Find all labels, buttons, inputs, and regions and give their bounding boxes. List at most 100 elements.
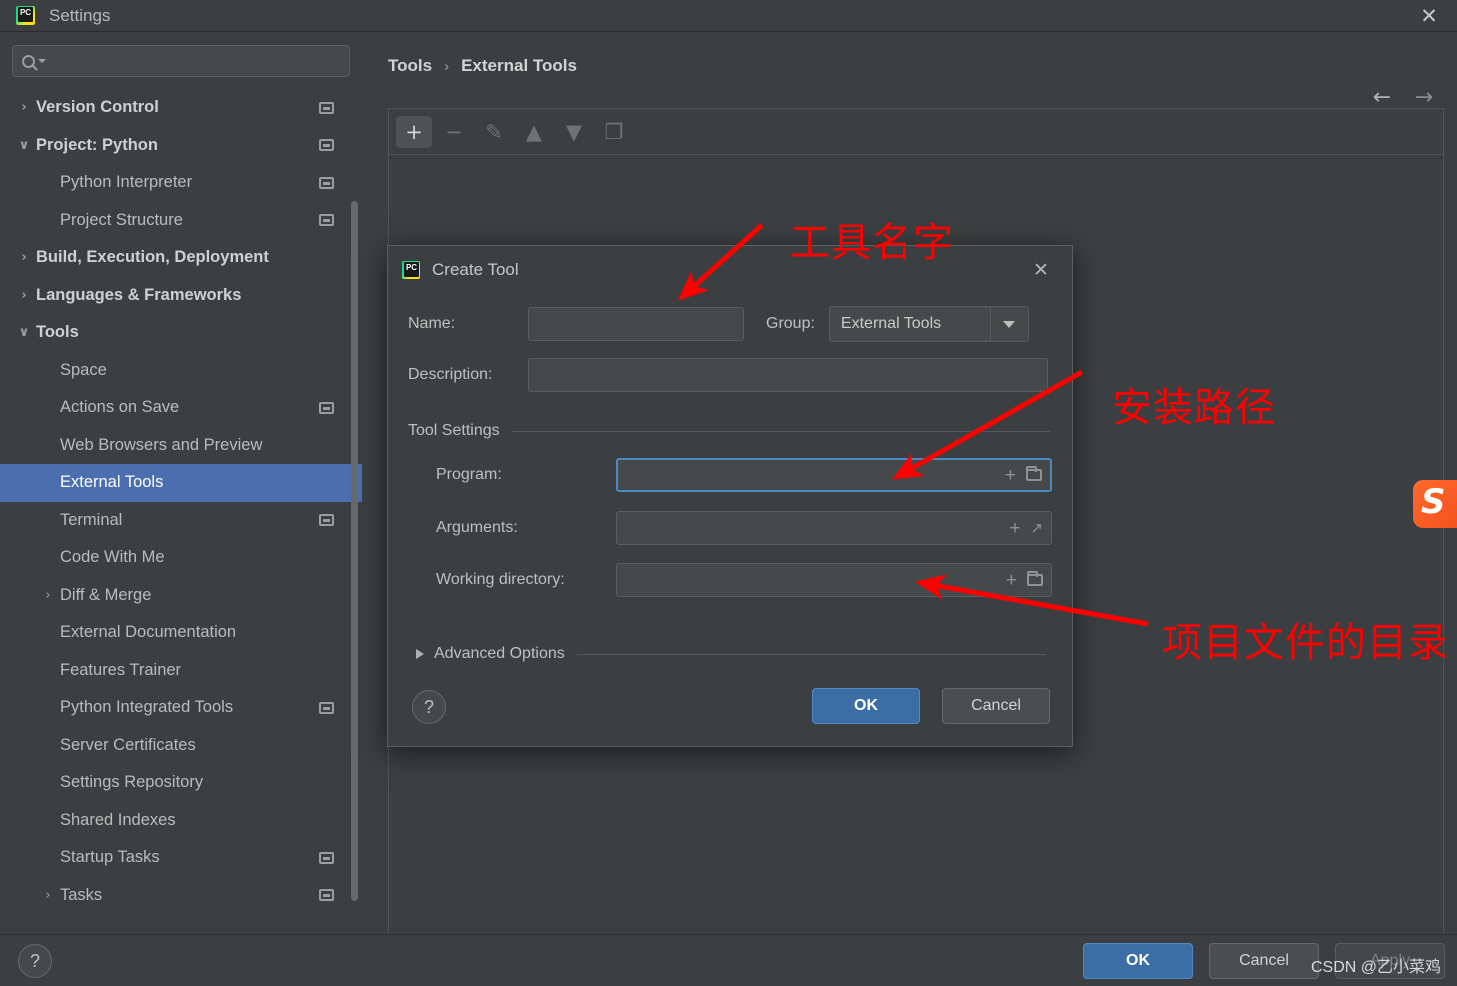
project-scope-icon	[319, 102, 334, 114]
dialog-cancel-button[interactable]: Cancel	[942, 688, 1050, 724]
sidebar-item-python-interpreter[interactable]: ›Python Interpreter	[0, 164, 362, 202]
sidebar-item-project-python[interactable]: ∨Project: Python	[0, 127, 362, 165]
copy-tool-button[interactable]: ❐	[596, 116, 632, 148]
group-select[interactable]: External Tools	[829, 306, 1029, 342]
working-directory-row: Working directory: +	[436, 563, 1052, 597]
sidebar-item-project-structure[interactable]: ›Project Structure	[0, 202, 362, 240]
pycharm-logo-icon	[16, 6, 35, 25]
create-tool-dialog: Create Tool ✕ Name: Group: External Tool…	[387, 245, 1073, 747]
settings-sidebar: ›Version Control∨Project: Python›Python …	[0, 33, 362, 934]
ok-button[interactable]: OK	[1083, 943, 1193, 979]
breadcrumb: Tools › External Tools	[388, 56, 577, 76]
dialog-titlebar: Create Tool ✕	[388, 246, 1072, 294]
program-field-icons: +	[1005, 460, 1042, 490]
divider	[512, 431, 1050, 432]
sidebar-item-version-control[interactable]: ›Version Control	[0, 89, 362, 127]
search-input[interactable]	[52, 53, 340, 69]
chevron-right-icon[interactable]: ›	[38, 588, 58, 603]
remove-tool-button[interactable]: −	[436, 116, 472, 148]
sidebar-item-label: Tools	[36, 323, 79, 342]
sidebar-item-settings-repository[interactable]: ›Settings Repository	[0, 764, 362, 802]
move-down-button[interactable]: ▼	[556, 116, 592, 148]
project-scope-icon	[319, 402, 334, 414]
external-tools-toolbar: +−✎▲▼❐	[389, 109, 1443, 155]
sidebar-item-label: Web Browsers and Preview	[60, 436, 262, 455]
project-scope-icon	[319, 139, 334, 151]
chevron-right-icon[interactable]: ›	[14, 288, 34, 303]
working-directory-field-icons: +	[1006, 564, 1043, 596]
search-box[interactable]	[12, 45, 350, 77]
apply-button[interactable]: Apply	[1335, 943, 1445, 979]
sidebar-item-shared-indexes[interactable]: ›Shared Indexes	[0, 802, 362, 840]
program-row: Program: +	[436, 458, 1052, 492]
sidebar-item-build-execution-deployment[interactable]: ›Build, Execution, Deployment	[0, 239, 362, 277]
move-up-button[interactable]: ▲	[516, 116, 552, 148]
chevron-right-icon[interactable]: ›	[14, 250, 34, 265]
window-titlebar: Settings ✕	[0, 0, 1457, 32]
search-container	[0, 33, 362, 85]
sogou-logo-icon	[1413, 480, 1457, 528]
divider	[577, 654, 1046, 655]
settings-footer: ? OK Cancel Apply CSDN @乙小菜鸡	[0, 934, 1457, 986]
sidebar-item-label: Build, Execution, Deployment	[36, 248, 269, 267]
help-button[interactable]: ?	[18, 944, 52, 978]
dialog-title: Create Tool	[432, 260, 519, 280]
chevron-down-icon[interactable]: ∨	[14, 325, 34, 340]
folder-icon[interactable]	[1027, 574, 1043, 586]
arguments-row: Arguments: + ↗	[436, 511, 1052, 545]
insert-macro-icon[interactable]: +	[1006, 571, 1017, 590]
dialog-ok-button[interactable]: OK	[812, 688, 920, 724]
sidebar-item-startup-tasks[interactable]: ›Startup Tasks	[0, 839, 362, 877]
sidebar-item-label: Terminal	[60, 511, 122, 530]
description-field[interactable]	[528, 358, 1048, 392]
sidebar-item-tasks[interactable]: ›Tasks	[0, 877, 362, 915]
sidebar-item-external-tools[interactable]: ›External Tools	[0, 464, 362, 502]
breadcrumb-parent[interactable]: Tools	[388, 56, 432, 76]
chevron-down-icon[interactable]: ∨	[14, 138, 34, 153]
sidebar-scrollbar[interactable]	[351, 201, 358, 901]
sidebar-item-space[interactable]: ›Space	[0, 352, 362, 390]
working-directory-field[interactable]: +	[616, 563, 1052, 597]
insert-macro-icon[interactable]: +	[1009, 519, 1020, 538]
sidebar-item-label: Space	[60, 361, 107, 380]
edit-tool-button[interactable]: ✎	[476, 116, 512, 148]
chevron-down-icon[interactable]	[990, 307, 1028, 341]
sidebar-item-label: Shared Indexes	[60, 811, 176, 830]
breadcrumb-separator-icon: ›	[444, 58, 449, 75]
add-tool-button[interactable]: +	[396, 116, 432, 148]
sidebar-item-web-browsers-and-preview[interactable]: ›Web Browsers and Preview	[0, 427, 362, 465]
expand-icon[interactable]: ↗	[1030, 519, 1043, 537]
insert-macro-icon[interactable]: +	[1005, 466, 1016, 485]
name-field[interactable]	[528, 307, 744, 341]
program-field[interactable]: +	[616, 458, 1052, 492]
description-row: Description:	[408, 358, 1048, 392]
close-icon[interactable]: ✕	[1401, 0, 1457, 32]
name-label: Name:	[408, 315, 528, 333]
sidebar-item-features-trainer[interactable]: ›Features Trainer	[0, 652, 362, 690]
annotation-project-directory: 项目文件的目录	[1162, 620, 1457, 666]
name-row: Name: Group: External Tools	[408, 306, 1029, 342]
sidebar-item-terminal[interactable]: ›Terminal	[0, 502, 362, 540]
folder-icon[interactable]	[1026, 469, 1042, 481]
sidebar-item-label: Python Integrated Tools	[60, 698, 233, 717]
sidebar-item-tools[interactable]: ∨Tools	[0, 314, 362, 352]
project-scope-icon	[319, 702, 334, 714]
sidebar-item-external-documentation[interactable]: ›External Documentation	[0, 614, 362, 652]
arguments-field[interactable]: + ↗	[616, 511, 1052, 545]
dialog-help-button[interactable]: ?	[412, 690, 446, 724]
cancel-button[interactable]: Cancel	[1209, 943, 1319, 979]
sidebar-item-label: Project: Python	[36, 136, 158, 155]
sidebar-item-actions-on-save[interactable]: ›Actions on Save	[0, 389, 362, 427]
chevron-right-icon[interactable]: ›	[14, 100, 34, 115]
sidebar-item-code-with-me[interactable]: ›Code With Me	[0, 539, 362, 577]
working-directory-label: Working directory:	[436, 571, 616, 589]
advanced-options-header[interactable]: Advanced Options	[416, 645, 1046, 663]
chevron-right-icon[interactable]: ›	[38, 888, 58, 903]
annotation-tool-name: 工具名字	[790, 220, 954, 266]
description-label: Description:	[408, 366, 528, 384]
sidebar-item-diff-merge[interactable]: ›Diff & Merge	[0, 577, 362, 615]
sidebar-item-server-certificates[interactable]: ›Server Certificates	[0, 727, 362, 765]
sidebar-item-python-integrated-tools[interactable]: ›Python Integrated Tools	[0, 689, 362, 727]
sidebar-item-languages-frameworks[interactable]: ›Languages & Frameworks	[0, 277, 362, 315]
close-icon[interactable]: ✕	[1024, 253, 1058, 287]
